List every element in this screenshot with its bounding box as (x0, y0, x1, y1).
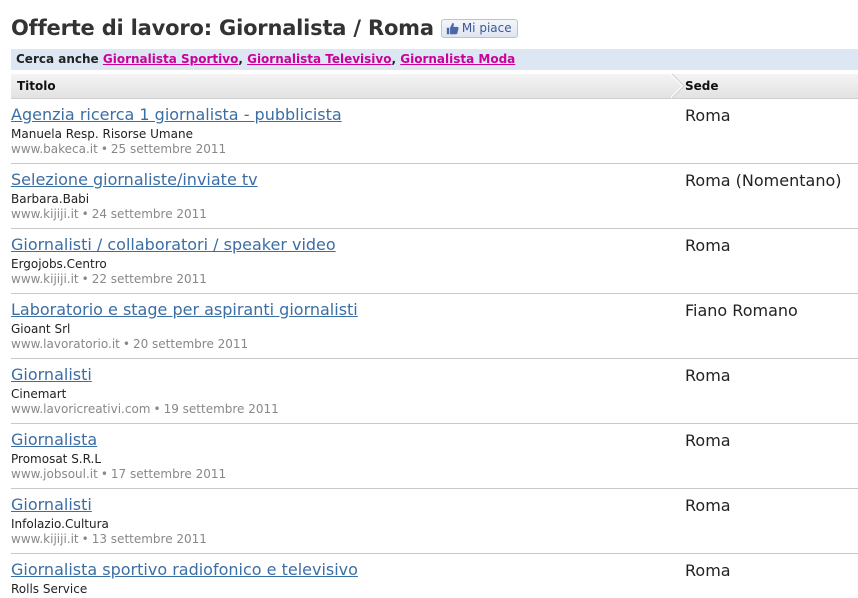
job-list: Agenzia ricerca 1 giornalista - pubblici… (11, 99, 858, 598)
job-row: Giornalista Promosat S.R.L www.jobsoul.i… (11, 424, 858, 489)
column-header-title[interactable]: Titolo (17, 74, 56, 98)
job-company: Rolls Service (11, 582, 88, 596)
job-date: 19 settembre 2011 (163, 402, 279, 416)
date-separator: • (81, 272, 89, 286)
job-source: www.kijiji.it (11, 207, 79, 221)
job-company: Manuela Resp. Risorse Umane (11, 127, 193, 141)
separator: , (238, 52, 243, 66)
job-company: Barbara.Babi (11, 192, 90, 206)
job-title-link[interactable]: Giornalista (11, 430, 97, 449)
job-title-link[interactable]: Giornalisti / collaboratori / speaker vi… (11, 235, 336, 254)
job-meta: www.kijiji.it • 24 settembre 2011 (11, 207, 207, 221)
job-title-link[interactable]: Laboratorio e stage per aspiranti giorna… (11, 300, 358, 319)
job-date: 22 settembre 2011 (91, 272, 207, 286)
job-title-link[interactable]: Giornalisti (11, 365, 92, 384)
date-separator: • (153, 402, 161, 416)
job-row: Laboratorio e stage per aspiranti giorna… (11, 294, 858, 359)
search-also-bar: Cerca anche Giornalista Sportivo, Giorna… (11, 49, 858, 70)
date-separator: • (81, 207, 89, 221)
job-company: Promosat S.R.L (11, 452, 102, 466)
table-header: Titolo Sede (11, 74, 858, 99)
job-row: Giornalisti / collaboratori / speaker vi… (11, 229, 858, 294)
job-meta: www.kijiji.it • 13 settembre 2011 (11, 532, 207, 546)
job-title-link[interactable]: Selezione giornaliste/inviate tv (11, 170, 258, 189)
search-also-link[interactable]: Giornalista Moda (400, 52, 515, 66)
thumbs-up-icon (446, 22, 459, 34)
job-company: Gioant Srl (11, 322, 71, 336)
search-also-link[interactable]: Giornalista Sportivo (103, 52, 238, 66)
page: Offerte di lavoro: Giornalista / Roma Mi… (0, 0, 858, 598)
job-location: Roma (685, 366, 731, 385)
job-meta: www.jobsoul.it • 17 settembre 2011 (11, 467, 226, 481)
job-source: www.jobsoul.it (11, 467, 98, 481)
job-meta: www.bakeca.it • 25 settembre 2011 (11, 142, 226, 156)
job-location: Roma (685, 236, 731, 255)
date-separator: • (81, 532, 89, 546)
job-date: 17 settembre 2011 (110, 467, 227, 481)
job-meta: www.lavoratorio.it • 20 settembre 2011 (11, 337, 248, 351)
job-meta: www.lavoricreativi.com • 19 settembre 2011 (11, 402, 279, 416)
date-separator: • (100, 142, 108, 156)
job-date: 24 settembre 2011 (91, 207, 207, 221)
job-company: Infolazio.Cultura (11, 517, 109, 531)
date-separator: • (100, 467, 108, 481)
job-source: www.kijiji.it (11, 532, 79, 546)
search-also-link[interactable]: Giornalista Televisivo (247, 52, 391, 66)
job-location: Roma (685, 431, 731, 450)
job-company: Cinemart (11, 387, 67, 401)
job-row: Giornalisti Cinemart www.lavoricreativi.… (11, 359, 858, 424)
date-separator: • (122, 337, 130, 351)
job-title-link[interactable]: Giornalista sportivo radiofonico e telev… (11, 560, 358, 579)
job-date: 13 settembre 2011 (91, 532, 207, 546)
job-location: Roma (685, 106, 731, 125)
like-button-label: Mi piace (461, 21, 512, 35)
job-source: www.bakeca.it (11, 142, 98, 156)
job-title-link[interactable]: Giornalisti (11, 495, 92, 514)
job-location: Roma (Nomentano) (685, 171, 842, 190)
job-row: Giornalisti Infolazio.Cultura www.kijiji… (11, 489, 858, 554)
page-title: Offerte di lavoro: Giornalista / Roma (11, 16, 434, 40)
page-header: Offerte di lavoro: Giornalista / Roma Mi… (11, 16, 518, 40)
job-date: 20 settembre 2011 (132, 337, 249, 351)
job-location: Roma (685, 561, 731, 580)
job-meta: www.kijiji.it • 22 settembre 2011 (11, 272, 207, 286)
job-location: Fiano Romano (685, 301, 798, 320)
job-location: Roma (685, 496, 731, 515)
column-header-location[interactable]: Sede (685, 74, 719, 98)
job-date: 25 settembre 2011 (110, 142, 227, 156)
job-source: www.kijiji.it (11, 272, 79, 286)
search-also-prefix: Cerca anche (16, 52, 99, 66)
job-row: Giornalista sportivo radiofonico e telev… (11, 554, 858, 598)
job-source: www.lavoricreativi.com (11, 402, 151, 416)
separator: , (391, 52, 397, 66)
job-row: Agenzia ricerca 1 giornalista - pubblici… (11, 99, 858, 164)
like-button[interactable]: Mi piace (440, 18, 518, 38)
job-title-link[interactable]: Agenzia ricerca 1 giornalista - pubblici… (11, 105, 342, 124)
job-row: Selezione giornaliste/inviate tv Barbara… (11, 164, 858, 229)
job-source: www.lavoratorio.it (11, 337, 120, 351)
job-company: Ergojobs.Centro (11, 257, 107, 271)
